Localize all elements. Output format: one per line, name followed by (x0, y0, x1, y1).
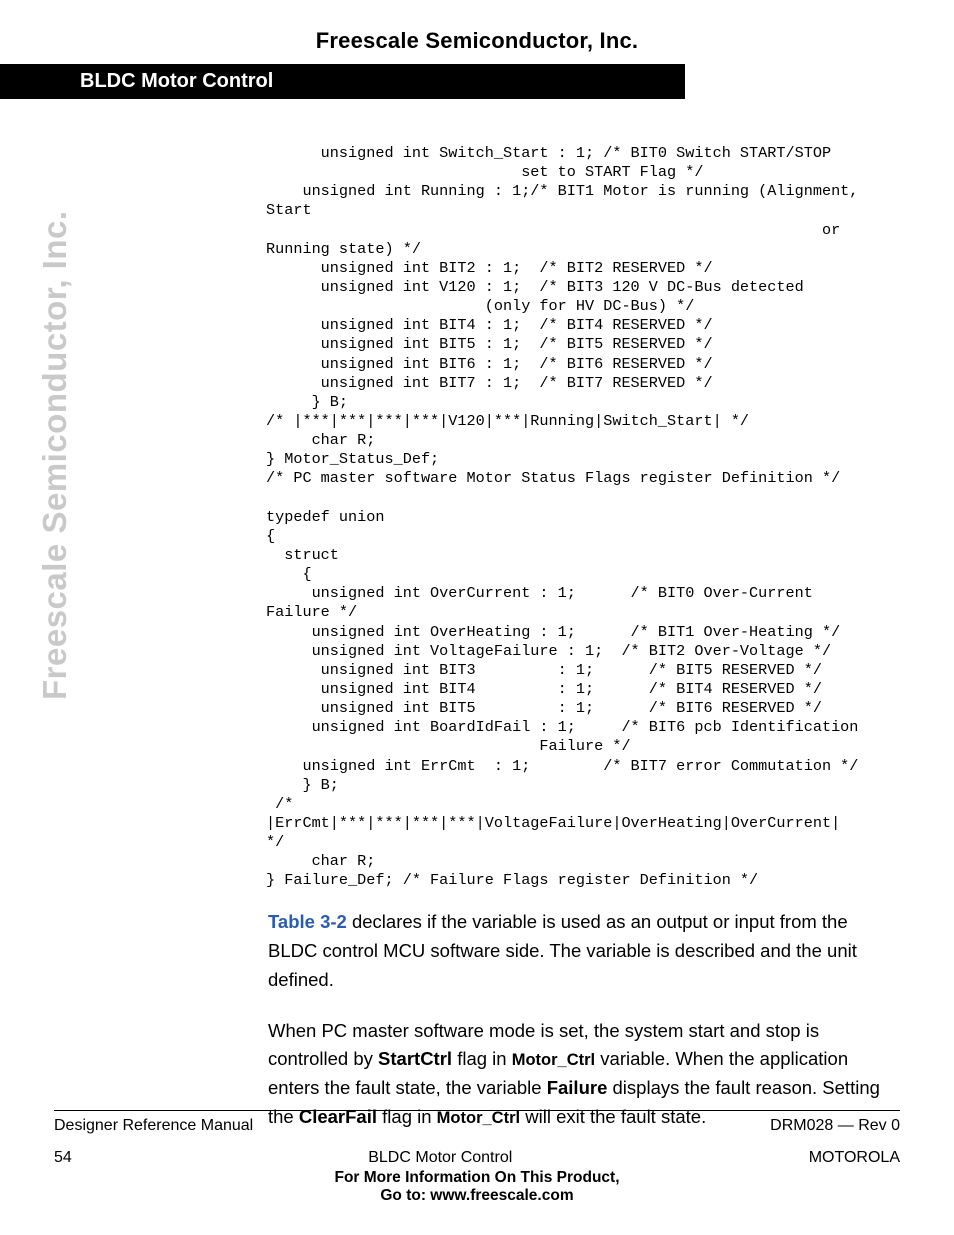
page: Freescale Semiconductor, Inc. BLDC Motor… (0, 0, 954, 1235)
side-company-label: Freescale Semiconductor, Inc. (36, 210, 74, 700)
paragraph-table-ref: Table 3-2 declares if the variable is us… (268, 908, 884, 994)
para1-text: declares if the variable is used as an o… (268, 911, 857, 989)
footer-rule (54, 1110, 900, 1111)
footer-info-line1: For More Information On This Product, (54, 1169, 900, 1187)
header-company: Freescale Semiconductor, Inc. (0, 0, 954, 54)
startctrl-bold: StartCtrl (378, 1048, 452, 1069)
footer-info: For More Information On This Product, Go… (54, 1169, 900, 1205)
footer-row-2: 54 BLDC Motor Control MOTOROLA (54, 1149, 900, 1167)
footer-page-number: 54 (54, 1149, 72, 1167)
footer-row-1: Designer Reference Manual DRM028 — Rev 0 (54, 1117, 900, 1135)
p2-t2: flag in (452, 1048, 512, 1069)
footer-manual-label: Designer Reference Manual (54, 1117, 253, 1135)
table-3-2-link[interactable]: Table 3-2 (268, 911, 347, 932)
footer: Designer Reference Manual DRM028 — Rev 0… (54, 1110, 900, 1205)
footer-brand: MOTOROLA (809, 1149, 900, 1167)
code-listing: unsigned int Switch_Start : 1; /* BIT0 S… (266, 144, 926, 890)
footer-info-line2: Go to: www.freescale.com (54, 1187, 900, 1205)
section-title-bar: BLDC Motor Control (0, 64, 685, 99)
failure-bold: Failure (547, 1077, 608, 1098)
motor-ctrl-1: Motor_Ctrl (512, 1051, 595, 1069)
footer-docid: DRM028 — Rev 0 (770, 1117, 900, 1135)
footer-section: BLDC Motor Control (368, 1149, 512, 1167)
